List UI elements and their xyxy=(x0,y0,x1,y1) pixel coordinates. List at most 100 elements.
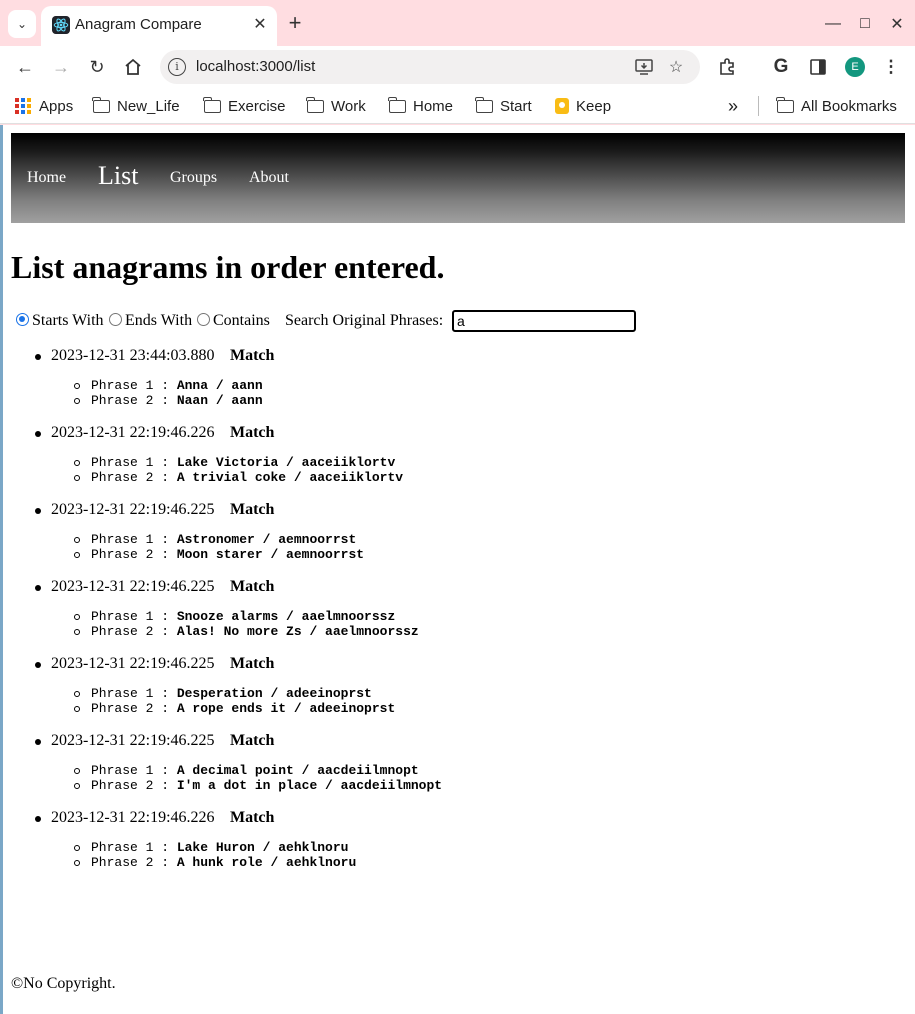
footer-copyright: ©No Copyright. xyxy=(11,975,116,992)
entry-timestamp: 2023-12-31 23:44:03.880 xyxy=(51,347,215,364)
match-status: Match xyxy=(230,501,275,518)
phrase-label: Phrase 1 : xyxy=(91,455,177,470)
search-phrases-input[interactable] xyxy=(452,310,636,332)
phrase-label: Phrase 1 : xyxy=(91,763,177,778)
phrase-1-value: Desperation / adeeinoprst xyxy=(176,686,372,701)
bookmark-label: New_Life xyxy=(117,97,180,115)
tab-list-chevron-icon[interactable]: ⌄ xyxy=(8,10,36,38)
bullet-disc xyxy=(35,508,41,514)
starts-with-radio[interactable] xyxy=(16,313,29,326)
more-bookmarks-chevron-icon[interactable]: » xyxy=(728,96,738,116)
new-tab-plus-icon[interactable]: + xyxy=(283,12,307,36)
folder-icon xyxy=(776,96,794,113)
maximize-icon[interactable]: □ xyxy=(853,12,877,36)
phrase-label: Phrase 1 : xyxy=(91,686,177,701)
ends-with-radio[interactable] xyxy=(109,313,122,326)
phrase-2-row: Phrase 2 : A trivial coke / aaceiiklortv xyxy=(74,470,404,485)
google-g-icon[interactable]: G xyxy=(769,55,793,79)
list-item: 2023-12-31 23:44:03.880 Match Phrase 1 :… xyxy=(3,345,903,422)
reload-icon[interactable]: ↻ xyxy=(84,54,110,80)
back-arrow-icon[interactable]: ← xyxy=(12,54,38,80)
bookmark-apps[interactable]: Apps xyxy=(15,96,73,116)
phrase-1-value: Snooze alarms / aaelmnoorssz xyxy=(176,609,396,624)
match-status: Match xyxy=(230,655,275,672)
all-bookmarks-label: All Bookmarks xyxy=(801,97,897,115)
bookmark-start[interactable]: Start xyxy=(475,96,532,116)
bookmark-keep[interactable]: Keep xyxy=(555,96,611,116)
site-info-icon[interactable]: i xyxy=(168,58,186,76)
bookmark-label: Start xyxy=(500,97,532,115)
browser-toolbar: ← → ↻ i localhost:3000/list ☆ G E ⋮ xyxy=(0,46,915,88)
phrase-label: Phrase 2 : xyxy=(91,778,177,793)
bullet-disc xyxy=(35,354,41,360)
phrase-2-row: Phrase 2 : A hunk role / aehklnoru xyxy=(74,855,357,870)
bookmark-label: Home xyxy=(413,97,454,115)
phrase-label: Phrase 2 : xyxy=(91,393,177,408)
phrase-2-row: Phrase 2 : Naan / aann xyxy=(74,393,263,408)
list-item: 2023-12-31 22:19:46.225 Match Phrase 1 :… xyxy=(3,653,903,730)
list-item: 2023-12-31 22:19:46.225 Match Phrase 1 :… xyxy=(3,499,903,576)
phrase-2-value: Moon starer / aemnoorrst xyxy=(176,547,365,562)
bookmark-label: Keep xyxy=(576,97,612,115)
profile-avatar[interactable]: E xyxy=(845,57,865,77)
phrase-label: Phrase 2 : xyxy=(91,624,177,639)
phrase-2-row: Phrase 2 : Alas! No more Zs / aaelmnoors… xyxy=(74,624,419,639)
minimize-icon[interactable]: — xyxy=(821,12,845,36)
phrase-1-row: Phrase 1 : A decimal point / aacdeiilmno… xyxy=(74,763,419,778)
phrase-label: Phrase 2 : xyxy=(91,855,177,870)
install-app-icon[interactable] xyxy=(634,57,654,77)
nav-list-link[interactable]: List xyxy=(98,161,138,191)
bookmark-star-icon[interactable]: ☆ xyxy=(666,57,686,77)
window-close-icon[interactable]: ✕ xyxy=(885,12,909,36)
bookmark-label: Exercise xyxy=(228,97,286,115)
phrase-2-value: I'm a dot in place / aacdeiilmnopt xyxy=(176,778,443,793)
phrase-2-row: Phrase 2 : I'm a dot in place / aacdeiil… xyxy=(74,778,443,793)
phrase-2-value: A rope ends it / adeeinoprst xyxy=(176,701,396,716)
bookmarks-bar: Apps New_Life Exercise Work Home Start K… xyxy=(0,88,915,124)
bullet-disc xyxy=(35,431,41,437)
bookmark-home[interactable]: Home xyxy=(388,96,454,116)
starts-with-label[interactable]: Starts With xyxy=(32,312,104,330)
address-bar[interactable]: i localhost:3000/list ☆ xyxy=(160,50,700,84)
home-icon[interactable] xyxy=(120,54,146,80)
phrase-label: Phrase 2 : xyxy=(91,547,177,562)
more-menu-icon[interactable]: ⋮ xyxy=(879,55,903,79)
bookmark-new-life[interactable]: New_Life xyxy=(92,96,180,116)
entry-timestamp: 2023-12-31 22:19:46.225 xyxy=(51,578,215,595)
list-item: 2023-12-31 22:19:46.225 Match Phrase 1 :… xyxy=(3,730,903,807)
entry-timestamp: 2023-12-31 22:19:46.226 xyxy=(51,809,215,826)
bookmarks-divider xyxy=(758,96,759,116)
browser-tab[interactable]: Anagram Compare ✕ xyxy=(41,6,277,46)
page-title: List anagrams in order entered. xyxy=(11,249,445,285)
match-status: Match xyxy=(230,578,275,595)
contains-label[interactable]: Contains xyxy=(213,312,270,330)
url-text[interactable]: localhost:3000/list xyxy=(196,58,315,75)
tab-close-icon[interactable]: ✕ xyxy=(249,13,271,35)
apps-grid-icon xyxy=(15,98,31,114)
tab-title: Anagram Compare xyxy=(75,16,202,33)
phrase-1-value: Lake Victoria / aaceiiklortv xyxy=(176,455,396,470)
phrase-label: Phrase 1 : xyxy=(91,532,177,547)
keep-bulb-icon xyxy=(555,98,569,114)
phrase-2-value: Naan / aann xyxy=(176,393,263,408)
forward-arrow-icon[interactable]: → xyxy=(48,54,74,80)
side-panel-icon[interactable] xyxy=(806,55,830,79)
phrase-2-row: Phrase 2 : Moon starer / aemnoorrst xyxy=(74,547,365,562)
folder-icon xyxy=(203,96,221,113)
phrase-label: Phrase 2 : xyxy=(91,701,177,716)
phrase-2-value: A trivial coke / aaceiiklortv xyxy=(176,470,404,485)
nav-about-link[interactable]: About xyxy=(249,169,289,187)
phrase-2-value: A hunk role / aehklnoru xyxy=(176,855,357,870)
ends-with-label[interactable]: Ends With xyxy=(125,312,192,330)
all-bookmarks[interactable]: All Bookmarks xyxy=(776,96,897,116)
nav-groups-link[interactable]: Groups xyxy=(170,169,217,187)
bookmark-work[interactable]: Work xyxy=(306,96,366,116)
nav-home-link[interactable]: Home xyxy=(27,169,66,187)
phrase-label: Phrase 1 : xyxy=(91,378,177,393)
site-navbar: Home List Groups About xyxy=(11,133,905,223)
contains-radio[interactable] xyxy=(197,313,210,326)
bookmark-exercise[interactable]: Exercise xyxy=(203,96,286,116)
bookmark-label: Work xyxy=(331,97,366,115)
phrase-1-value: Astronomer / aemnoorrst xyxy=(176,532,357,547)
extensions-puzzle-icon[interactable] xyxy=(715,55,739,79)
